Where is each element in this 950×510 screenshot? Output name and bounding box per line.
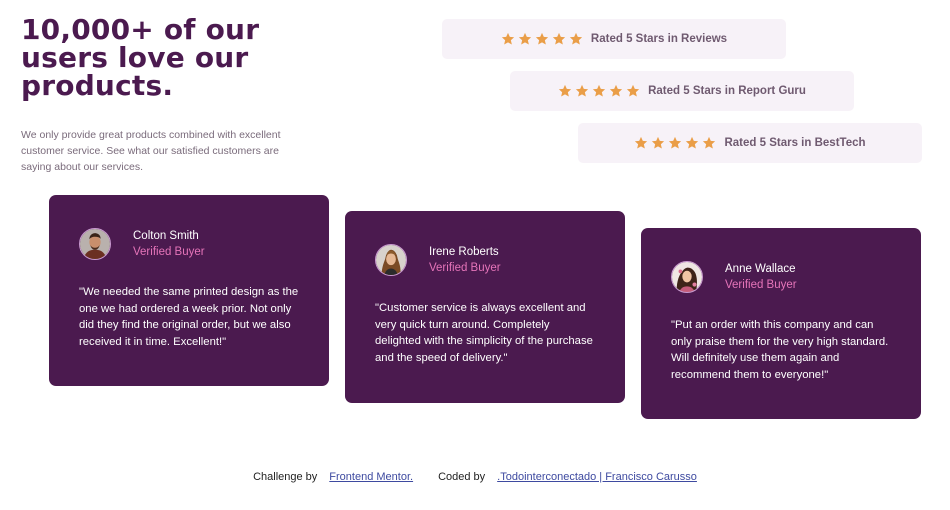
star-icon [552,32,566,46]
star-icon [634,136,648,150]
attribution-footer: Challenge by Frontend Mentor. Coded by .… [0,471,950,483]
verified-badge: Verified Buyer [725,279,797,291]
star-icon [626,84,640,98]
star-icon [609,84,623,98]
star-rating [558,84,640,98]
rating-report-guru: Rated 5 Stars in Report Guru [510,71,854,111]
star-icon [592,84,606,98]
verified-badge: Verified Buyer [429,262,501,274]
testimonial-quote: "Put an order with this company and can … [671,319,889,381]
rating-reviews: Rated 5 Stars in Reviews [442,19,786,59]
challenge-prefix: Challenge by [253,471,318,483]
hero-description: We only provide great products combined … [21,129,281,173]
star-rating [634,136,716,150]
frontend-mentor-link[interactable]: Frontend Mentor. [329,471,413,483]
star-icon [668,136,682,150]
avatar-anne [671,261,703,293]
person-name: Irene Roberts [429,246,499,258]
star-rating [501,32,583,46]
avatar-colton [79,228,111,260]
coded-prefix: Coded by [438,471,486,483]
testimonial-card-colton: Colton Smith Verified Buyer "We needed t… [49,195,329,386]
rating-label: Rated 5 Stars in Report Guru [648,85,806,97]
avatar-irene [375,244,407,276]
star-icon [569,32,583,46]
verified-badge: Verified Buyer [133,246,205,258]
testimonial-card-anne: Anne Wallace Verified Buyer "Put an orde… [641,228,921,419]
page-title: 10,000+ of our users love our products. [21,13,260,102]
star-icon [575,84,589,98]
star-icon [518,32,532,46]
star-icon [702,136,716,150]
testimonial-card-irene: Irene Roberts Verified Buyer "Customer s… [345,211,625,403]
star-icon [685,136,699,150]
star-icon [535,32,549,46]
person-name: Anne Wallace [725,263,796,275]
rating-label: Rated 5 Stars in BestTech [724,137,866,149]
star-icon [501,32,515,46]
rating-label: Rated 5 Stars in Reviews [590,33,728,45]
testimonial-quote: "We needed the same printed design as th… [79,286,299,348]
star-icon [651,136,665,150]
star-icon [558,84,572,98]
rating-besttech: Rated 5 Stars in BestTech [578,123,922,163]
person-name: Colton Smith [133,230,199,242]
testimonial-quote: "Customer service is always excellent an… [375,302,593,364]
author-link[interactable]: .Todointerconectado | Francisco Carusso [497,471,697,483]
